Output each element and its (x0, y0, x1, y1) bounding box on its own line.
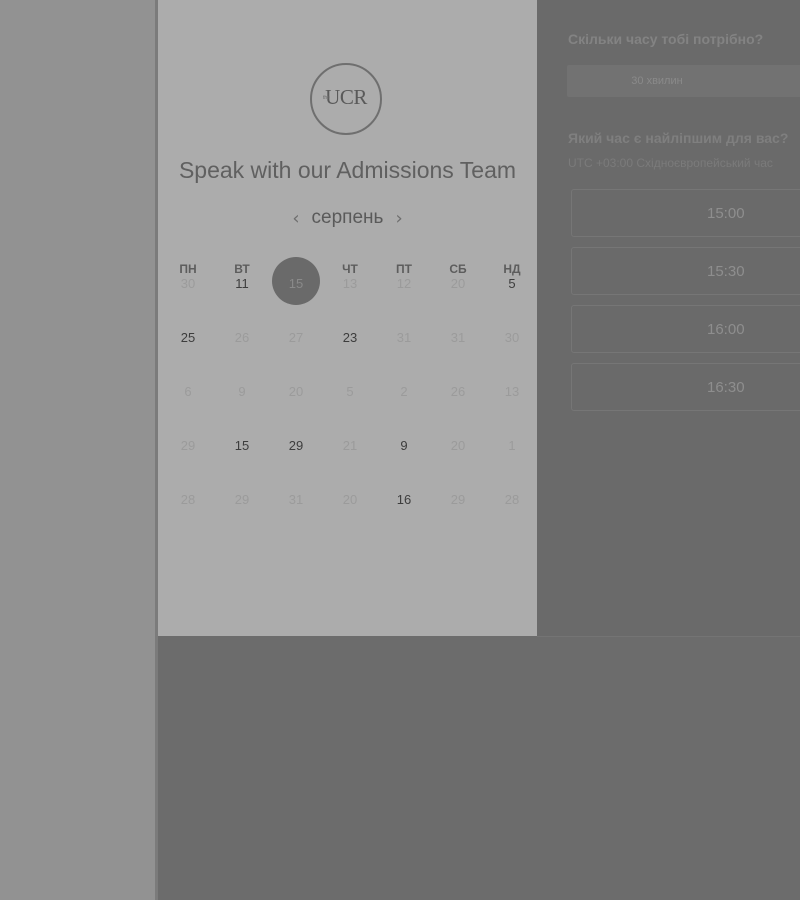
calendar-day: 31 (431, 316, 485, 370)
calendar-day-number: 15 (288, 276, 304, 291)
duration-value: 30 хвилин (631, 75, 683, 87)
calendar-day: 28 (485, 478, 539, 532)
duration-select[interactable]: 30 хвилин (567, 65, 800, 97)
time-slot-button[interactable]: 15:30 (571, 247, 800, 295)
calendar-day-number: 23 (342, 330, 358, 345)
calendar-day-number: 6 (184, 384, 192, 399)
calendar-day: 29 (431, 478, 485, 532)
calendar-week: 29 15 29 21 9 20 1 (161, 424, 539, 478)
calendar-day-number: 2 (400, 384, 408, 399)
calendar-day: 31 (377, 316, 431, 370)
calendar-day-number: 21 (342, 438, 358, 453)
calendar-day-number: 9 (400, 438, 408, 453)
calendar-week: 28 29 31 20 16 29 28 (161, 478, 539, 532)
calendar-day: 1 (485, 424, 539, 478)
calendar-week: 25 26 27 23 31 31 30 (161, 316, 539, 370)
calendar-day[interactable]: 23 (323, 316, 377, 370)
calendar-day-number: 28 (180, 492, 196, 507)
chevron-right-icon[interactable]: › (383, 208, 414, 229)
calendar-day-number: 20 (288, 384, 304, 399)
calendar-panel: the UCR Speak with our Admissions Team ‹… (158, 0, 537, 636)
calendar-day-number: 29 (180, 438, 196, 453)
calendar-day-number: 29 (450, 492, 466, 507)
calendar-day[interactable]: 16 (377, 478, 431, 532)
page-title: Speak with our Admissions Team (178, 157, 517, 183)
calendar-day: 5 (323, 370, 377, 424)
calendar-day-number: 28 (504, 492, 520, 507)
calendar-day: 26 (431, 370, 485, 424)
time-slot-button[interactable]: 16:00 (571, 305, 800, 353)
logo-text: UCR (325, 84, 367, 109)
calendar-day-number: 31 (288, 492, 304, 507)
ucr-logo: the UCR (310, 63, 382, 135)
calendar-day-number: 5 (508, 276, 516, 291)
calendar-day: 29 (215, 478, 269, 532)
chevron-left-icon[interactable]: ‹ (280, 208, 311, 229)
calendar-day-number: 30 (180, 276, 196, 291)
logo-small-text: the (323, 95, 330, 101)
calendar-day-number: 15 (234, 438, 250, 453)
calendar-day: 31 (269, 478, 323, 532)
calendar-day-number: 20 (450, 276, 466, 291)
calendar-day-number: 27 (288, 330, 304, 345)
calendar-day: 9 (215, 370, 269, 424)
calendar-day: 27 (269, 316, 323, 370)
calendar-day: 20 (323, 478, 377, 532)
calendar-day: 28 (161, 478, 215, 532)
time-slot-label: 15:30 (707, 262, 745, 280)
calendar-day: 21 (323, 424, 377, 478)
time-slot-label: 15:00 (707, 204, 745, 222)
calendar-weeks: 30 11 15 13 12 20 5 25 26 27 23 31 31 30 6 9 20 5 2 26 13 29 1… (161, 257, 539, 532)
calendar-day[interactable]: 25 (161, 316, 215, 370)
calendar-day-number: 13 (342, 276, 358, 291)
calendar-day-number: 29 (288, 438, 304, 453)
calendar-day: 13 (485, 370, 539, 424)
calendar-day-number: 1 (508, 438, 516, 453)
calendar-day-number: 26 (450, 384, 466, 399)
calendar-week: 30 11 15 13 12 20 5 (161, 257, 539, 316)
duration-question: Скільки часу тобі потрібно? (568, 31, 764, 47)
calendar-day: 20 (431, 424, 485, 478)
calendar-day: 2 (377, 370, 431, 424)
calendar-day: 29 (161, 424, 215, 478)
calendar-day-number: 31 (396, 330, 412, 345)
calendar-day-number: 29 (234, 492, 250, 507)
calendar-day: 20 (269, 370, 323, 424)
calendar-day-number: 12 (396, 276, 412, 291)
month-label: серпень (311, 207, 384, 228)
calendar-day-number: 11 (235, 276, 249, 291)
calendar-day-number: 25 (180, 330, 196, 345)
calendar-day-number: 30 (504, 330, 520, 345)
time-slot-button[interactable]: 16:30 (571, 363, 800, 411)
calendar-day-number: 9 (238, 384, 246, 399)
calendar-day[interactable]: 15 (215, 424, 269, 478)
calendar-day-number: 26 (234, 330, 250, 345)
month-navigation: ‹ серпень › (158, 205, 537, 231)
timezone-label[interactable]: UTC +03:00 Східноєвропейський час (568, 156, 773, 170)
calendar-week: 6 9 20 5 2 26 13 (161, 370, 539, 424)
calendar-day-number: 20 (342, 492, 358, 507)
time-slot-label: 16:30 (707, 378, 745, 396)
calendar-day: 6 (161, 370, 215, 424)
calendar-day: 30 (485, 316, 539, 370)
booking-panel: Скільки часу тобі потрібно? 30 хвилин Як… (537, 0, 800, 637)
calendar-day[interactable]: 9 (377, 424, 431, 478)
time-slot-label: 16:00 (707, 320, 745, 338)
calendar-day-number: 13 (504, 384, 520, 399)
calendar-day-number: 20 (450, 438, 466, 453)
time-question: Який час є найліпшим для вас? (568, 130, 789, 146)
calendar-grid: ПН ВТ СР ЧТ ПТ СБ НД 30 11 15 13 12 20 5 25 26 27 23 31 31… (161, 257, 539, 532)
calendar-day-number: 16 (396, 492, 412, 507)
calendar-day: 26 (215, 316, 269, 370)
calendar-day-number: 5 (346, 384, 354, 399)
calendar-day-number: 31 (450, 330, 466, 345)
calendar-day[interactable]: 29 (269, 424, 323, 478)
time-slot-button[interactable]: 15:00 (571, 189, 800, 237)
